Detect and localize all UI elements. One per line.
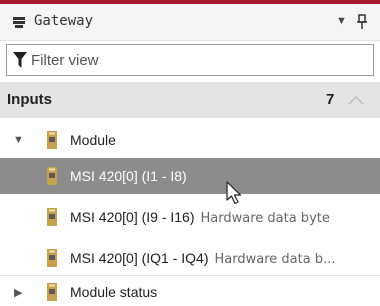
section-header-inputs[interactable]: Inputs 7 [0, 82, 380, 118]
item-detail: Hardware data b... [214, 252, 336, 267]
tree-item-msi420-iq1-iq4[interactable]: MSI 420[0] (IQ1 - IQ4) Hardware data b... [0, 240, 380, 276]
chevron-down-icon[interactable]: ▼ [336, 15, 347, 27]
module-icon [47, 283, 57, 301]
pin-icon[interactable] [356, 14, 368, 30]
filter-icon [13, 52, 27, 68]
item-name: MSI 420[0] (I9 - I16) [70, 209, 195, 225]
item-count-badge: 7 [326, 91, 335, 108]
tree-group-module[interactable]: ▼ Module [0, 122, 380, 158]
module-icon [47, 131, 57, 149]
mouse-cursor-icon [226, 181, 242, 205]
tree-group-module-status[interactable]: ▶ Module status [0, 278, 380, 306]
tree-item-label: MSI 420[0] (I1 - I8) [70, 168, 187, 184]
item-name: MSI 420[0] (I1 - I8) [70, 168, 187, 184]
filter-input[interactable] [31, 48, 361, 72]
module-icon [47, 208, 57, 226]
expand-arrow-icon[interactable]: ▼ [13, 134, 24, 146]
tree-group-label: Module status [70, 284, 158, 300]
gateway-icon [13, 17, 25, 28]
tree-item-msi420-i9-i16[interactable]: MSI 420[0] (I9 - I16) Hardware data byte [0, 199, 380, 235]
module-icon [47, 249, 57, 267]
expand-arrow-icon[interactable]: ▶ [14, 286, 22, 299]
panel-title: Gateway [34, 13, 94, 29]
tree-item-label: MSI 420[0] (IQ1 - IQ4) Hardware data b... [70, 250, 335, 267]
chevron-up-icon[interactable] [348, 95, 364, 105]
tree-item-msi420-i1-i8[interactable]: MSI 420[0] (I1 - I8) [0, 158, 380, 194]
tree-item-label: MSI 420[0] (I9 - I16) Hardware data byte [70, 209, 330, 226]
section-title: Inputs [7, 91, 52, 108]
item-detail: Hardware data byte [200, 211, 330, 226]
panel-titlebar: Gateway ▼ [0, 4, 380, 41]
tree-group-label: Module [70, 132, 116, 148]
module-icon [47, 167, 57, 185]
filter-box[interactable] [6, 44, 374, 76]
row-divider [0, 275, 380, 276]
item-name: MSI 420[0] (IQ1 - IQ4) [70, 250, 209, 266]
